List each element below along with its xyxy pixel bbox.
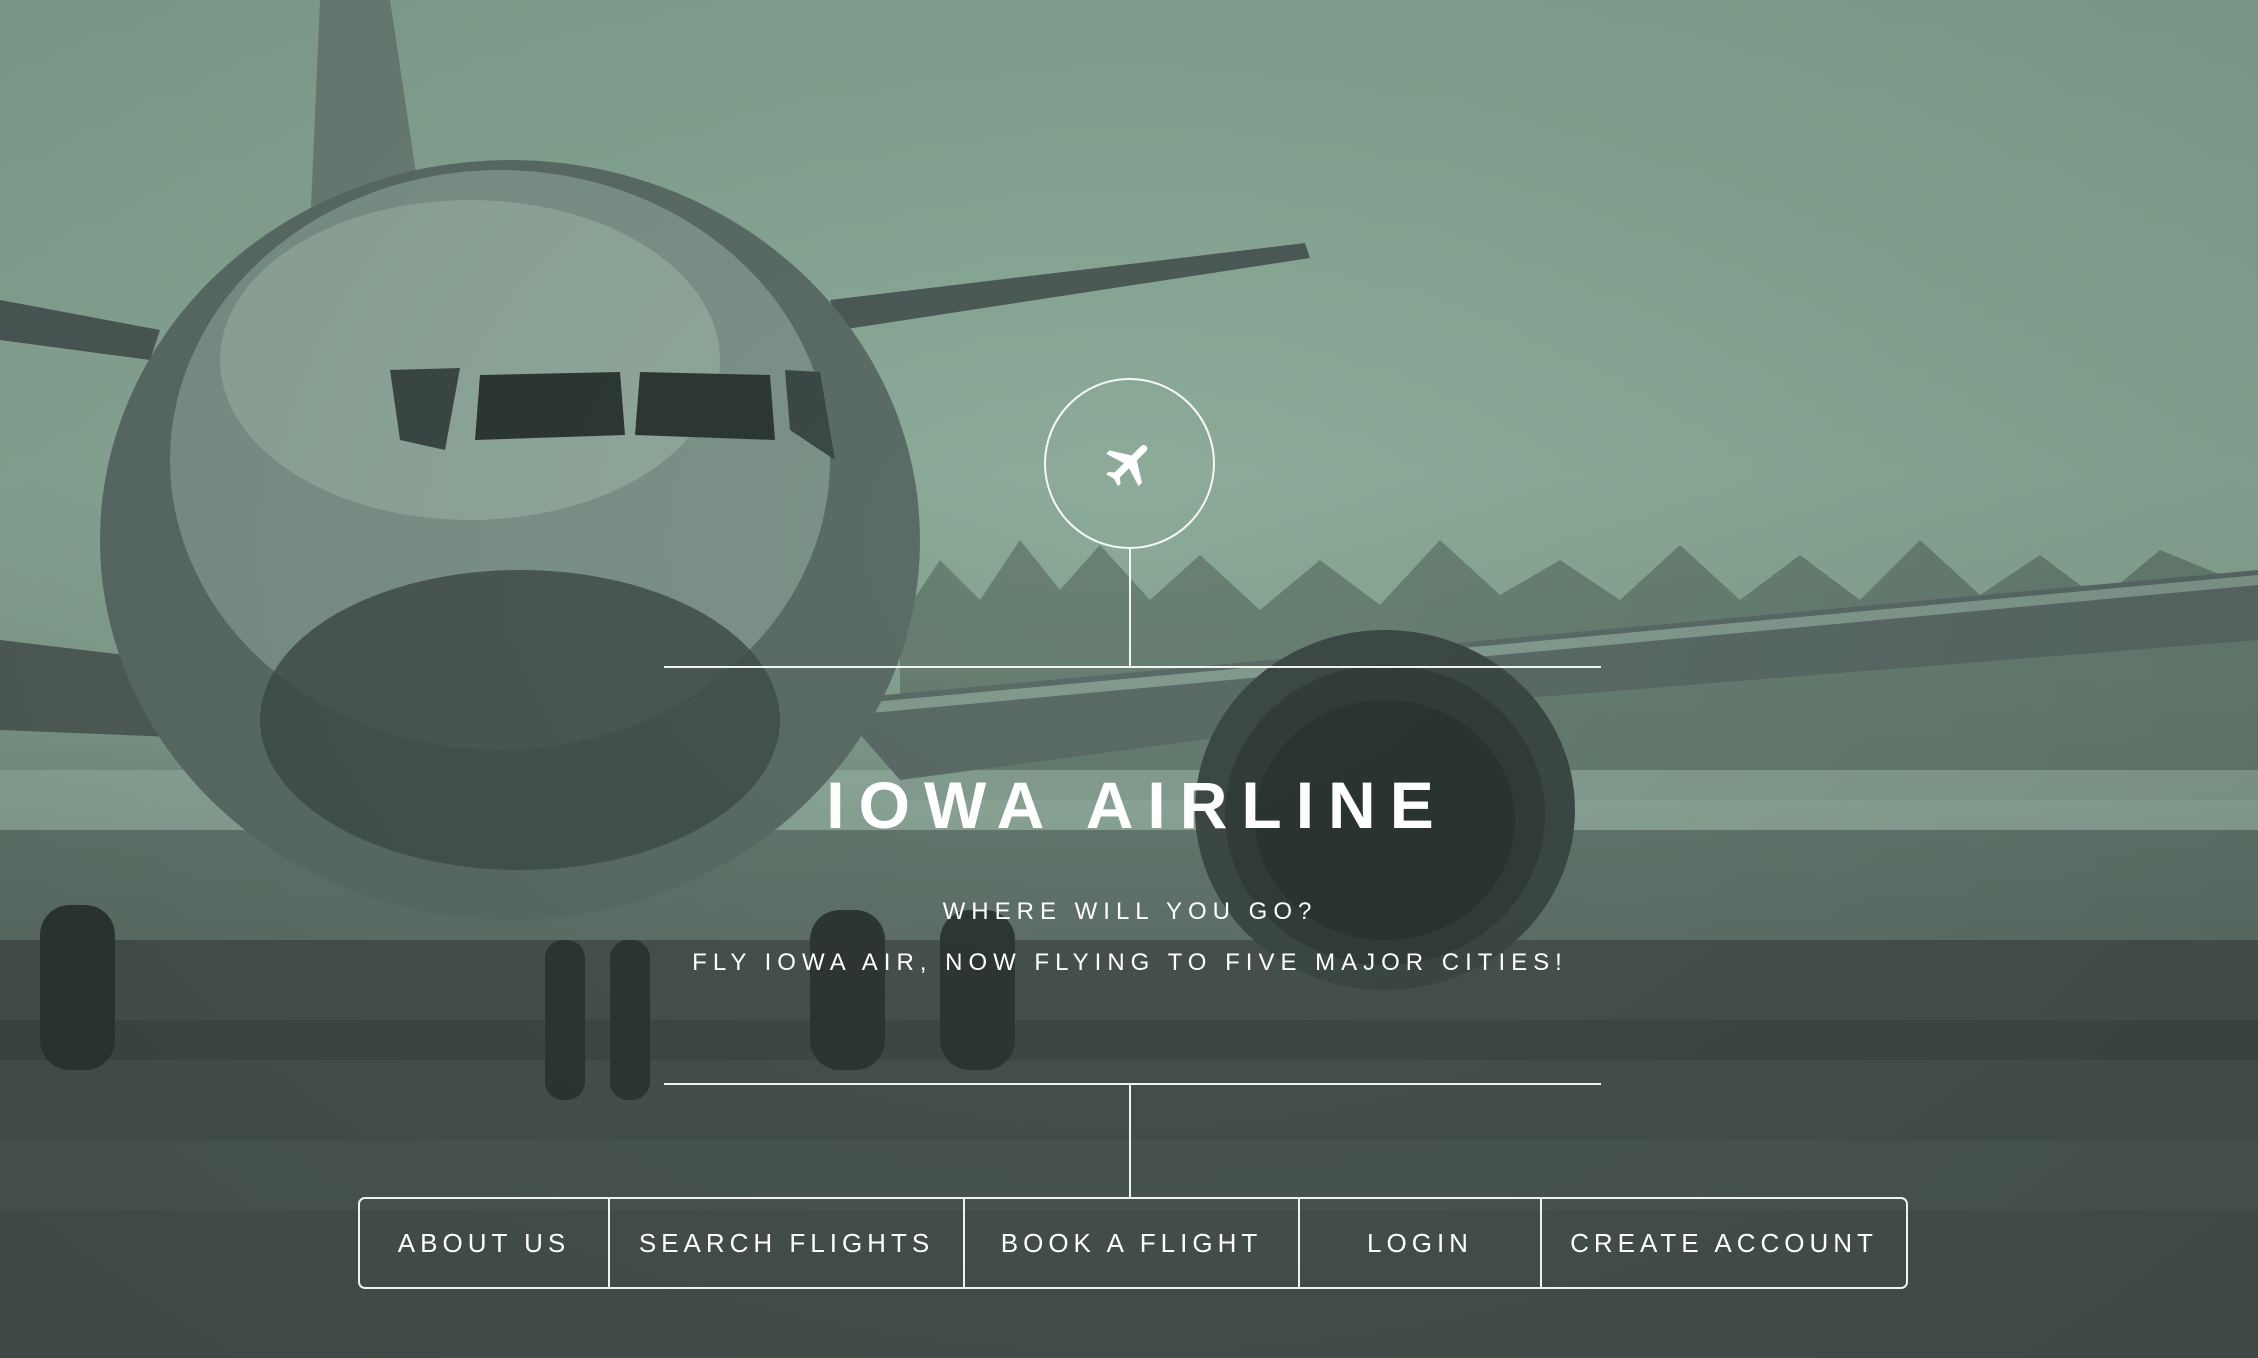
landing-page: IOWA AIRLINE WHERE WILL YOU GO? FLY IOWA… — [0, 0, 2258, 1358]
nav-book-a-flight[interactable]: BOOK A FLIGHT — [963, 1199, 1298, 1287]
connector-line-top — [1129, 549, 1131, 666]
main-nav: ABOUT US SEARCH FLIGHTS BOOK A FLIGHT LO… — [358, 1197, 1908, 1289]
nav-about-us[interactable]: ABOUT US — [360, 1199, 608, 1287]
connector-line-bottom — [1129, 1085, 1131, 1197]
airplane-icon — [1105, 444, 1147, 486]
tagline-question: WHERE WILL YOU GO? — [942, 898, 1318, 925]
logo-emblem — [1044, 378, 1215, 549]
divider-bottom — [664, 1083, 1601, 1085]
divider-top — [664, 666, 1601, 668]
nav-search-flights[interactable]: SEARCH FLIGHTS — [608, 1199, 963, 1287]
site-title: IOWA AIRLINE — [826, 768, 1448, 842]
nav-create-account[interactable]: CREATE ACCOUNT — [1540, 1199, 1906, 1287]
tagline-promo: FLY IOWA AIR, NOW FLYING TO FIVE MAJOR C… — [692, 949, 1568, 976]
nav-login[interactable]: LOGIN — [1298, 1199, 1540, 1287]
